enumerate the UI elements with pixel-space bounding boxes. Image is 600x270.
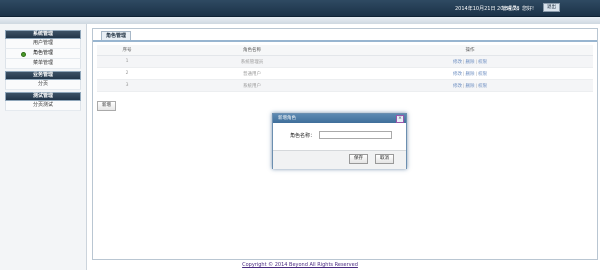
- role-name-label: 角色名称：: [290, 133, 316, 139]
- sidebar: 系统管理 用户管理 角色管理 菜单管理 业务管理 分页 测试管理 分页测试: [0, 24, 87, 270]
- row-ops: 修改|删除|权限: [347, 67, 593, 80]
- save-button[interactable]: 保存: [349, 154, 368, 164]
- row-ops: 修改|删除|权限: [347, 55, 593, 68]
- top-header: 2014年10月21日 20:54:28 管理员，您好! 退出: [0, 0, 600, 17]
- user-greeting: 管理员，您好!: [502, 6, 535, 12]
- row-no: 3: [97, 79, 157, 92]
- row-name: 普通用户: [157, 67, 347, 80]
- close-icon[interactable]: ×: [396, 115, 404, 123]
- sidebar-item-paging-test[interactable]: 分页测试: [5, 101, 81, 111]
- table-row: 2 普通用户 修改|删除|权限: [97, 67, 593, 80]
- row-name: 系统管理员: [157, 55, 347, 68]
- col-header-name: 角色名称: [157, 45, 347, 56]
- copyright-link[interactable]: Copyright © 2014 Beyond All Rights Reser…: [0, 262, 600, 268]
- roles-table: 序号 角色名称 操作 1 系统管理员 修改|删除|权限 2 普通用户 修改|删除…: [97, 45, 593, 92]
- sidebar-item-users[interactable]: 用户管理: [5, 39, 81, 49]
- row-no: 2: [97, 67, 157, 80]
- permission-link[interactable]: 权限: [478, 72, 487, 77]
- sidebar-group-test[interactable]: 测试管理: [5, 92, 81, 101]
- permission-link[interactable]: 权限: [478, 84, 487, 89]
- add-role-dialog: 新增角色 × 角色名称： 保存 取消: [272, 113, 407, 169]
- permission-link[interactable]: 权限: [478, 60, 487, 65]
- sidebar-group-system[interactable]: 系统管理: [5, 30, 81, 39]
- table-row: 1 系统管理员 修改|删除|权限: [97, 55, 593, 68]
- delete-link[interactable]: 删除: [466, 84, 475, 89]
- role-name-input[interactable]: [319, 131, 392, 139]
- edit-link[interactable]: 修改: [453, 72, 462, 77]
- delete-link[interactable]: 删除: [466, 72, 475, 77]
- row-name: 系统用户: [157, 79, 347, 92]
- sidebar-item-paging[interactable]: 分页: [5, 80, 81, 90]
- table-header-row: 序号 角色名称 操作: [97, 45, 593, 56]
- col-header-no: 序号: [97, 45, 157, 56]
- edit-link[interactable]: 修改: [453, 84, 462, 89]
- sidebar-group-business[interactable]: 业务管理: [5, 71, 81, 80]
- tab-role-management[interactable]: 角色管理: [101, 31, 132, 40]
- edit-link[interactable]: 修改: [453, 60, 462, 65]
- row-no: 1: [97, 55, 157, 68]
- table-row: 3 系统用户 修改|删除|权限: [97, 79, 593, 92]
- col-header-ops: 操作: [347, 45, 593, 56]
- add-role-button[interactable]: 新增: [97, 101, 116, 111]
- tab-underline: [93, 40, 597, 42]
- dialog-title: 新增角色: [278, 116, 296, 121]
- cancel-button[interactable]: 取消: [375, 154, 394, 164]
- row-ops: 修改|删除|权限: [347, 79, 593, 92]
- sub-header-bar: [0, 17, 600, 24]
- dialog-titlebar: 新增角色 ×: [273, 114, 406, 123]
- sidebar-item-roles[interactable]: 角色管理: [5, 49, 81, 59]
- logout-button[interactable]: 退出: [543, 3, 560, 12]
- delete-link[interactable]: 删除: [466, 60, 475, 65]
- sidebar-item-menus[interactable]: 菜单管理: [5, 59, 81, 69]
